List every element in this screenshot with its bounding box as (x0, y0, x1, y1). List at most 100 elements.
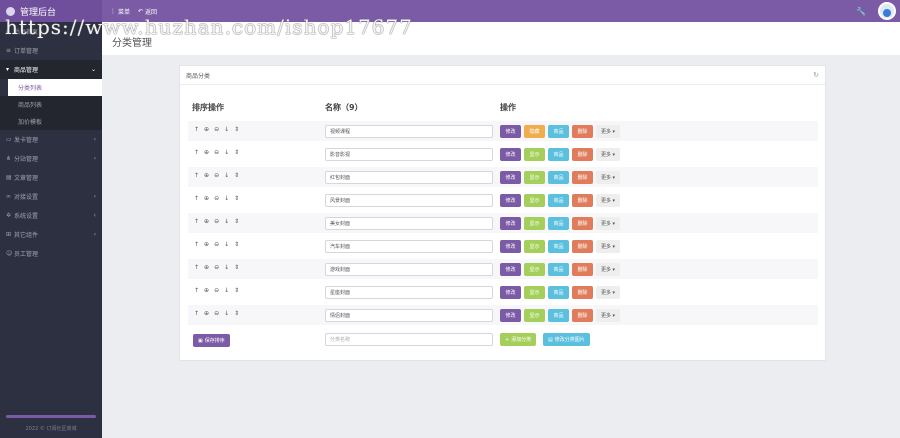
edit-button[interactable]: 修改 (500, 309, 521, 322)
visibility-button[interactable]: 显示 (524, 194, 545, 207)
drag-icon[interactable]: ⇕ (234, 241, 239, 248)
sidebar-subitem-0[interactable]: 分类列表 (8, 79, 102, 96)
new-category-input[interactable] (325, 333, 493, 346)
move-up-icon[interactable]: ⊕ (204, 126, 209, 133)
category-name-input[interactable] (325, 194, 493, 207)
move-bottom-icon[interactable]: ↓ (224, 287, 229, 294)
avatar[interactable] (878, 2, 896, 20)
category-name-input[interactable] (325, 240, 493, 253)
more-dropdown[interactable]: 更多 ▾ (596, 125, 620, 138)
visibility-button[interactable]: 显示 (524, 171, 545, 184)
sidebar-subitem-2[interactable]: 加价模板 (0, 113, 102, 130)
move-top-icon[interactable]: ↑ (194, 287, 199, 294)
edit-button[interactable]: 修改 (500, 148, 521, 161)
delete-button[interactable]: 删除 (572, 309, 593, 322)
delete-button[interactable]: 删除 (572, 240, 593, 253)
brand[interactable]: 管理后台 (0, 0, 102, 22)
sidebar-item-5[interactable]: ▤ 文章管理 (0, 168, 102, 187)
edit-category-images-button[interactable]: ▤ 修改分类图片 (543, 333, 590, 346)
edit-button[interactable]: 修改 (500, 263, 521, 276)
move-top-icon[interactable]: ↑ (194, 126, 199, 133)
drag-icon[interactable]: ⇕ (234, 287, 239, 294)
add-category-button[interactable]: + 添加分类 (500, 333, 537, 346)
sidebar-item-9[interactable]: ☺ 员工管理 (0, 244, 102, 263)
edit-button[interactable]: 修改 (500, 286, 521, 299)
move-up-icon[interactable]: ⊕ (204, 172, 209, 179)
drag-icon[interactable]: ⇕ (234, 126, 239, 133)
sidebar-item-3[interactable]: ▭ 发卡管理 ‹ (0, 130, 102, 149)
more-dropdown[interactable]: 更多 ▾ (596, 263, 620, 276)
move-up-icon[interactable]: ⊕ (204, 149, 209, 156)
more-dropdown[interactable]: 更多 ▾ (596, 309, 620, 322)
products-button[interactable]: 商品 (548, 286, 569, 299)
sidebar-item-0[interactable]: ⌂ 后台首页 (0, 22, 102, 41)
sidebar-subitem-1[interactable]: 商品列表 (0, 96, 102, 113)
products-button[interactable]: 商品 (548, 240, 569, 253)
delete-button[interactable]: 删除 (572, 194, 593, 207)
move-bottom-icon[interactable]: ↓ (224, 264, 229, 271)
move-up-icon[interactable]: ⊕ (204, 287, 209, 294)
products-button[interactable]: 商品 (548, 194, 569, 207)
move-down-icon[interactable]: ⊖ (214, 126, 219, 133)
drag-icon[interactable]: ⇕ (234, 264, 239, 271)
products-button[interactable]: 商品 (548, 217, 569, 230)
sidebar-item-7[interactable]: ✲ 系统设置 ‹ (0, 206, 102, 225)
products-button[interactable]: 商品 (548, 309, 569, 322)
back-link[interactable]: ↶ 返回 (138, 7, 157, 16)
move-up-icon[interactable]: ⊕ (204, 195, 209, 202)
move-top-icon[interactable]: ↑ (194, 310, 199, 317)
drag-icon[interactable]: ⇕ (234, 195, 239, 202)
sidebar-item-8[interactable]: ⊞ 其它组件 ‹ (0, 225, 102, 244)
move-top-icon[interactable]: ↑ (194, 149, 199, 156)
category-name-input[interactable] (325, 217, 493, 230)
move-up-icon[interactable]: ⊕ (204, 264, 209, 271)
more-dropdown[interactable]: 更多 ▾ (596, 171, 620, 184)
delete-button[interactable]: 删除 (572, 263, 593, 276)
delete-button[interactable]: 删除 (572, 217, 593, 230)
move-top-icon[interactable]: ↑ (194, 264, 199, 271)
move-bottom-icon[interactable]: ↓ (224, 195, 229, 202)
move-top-icon[interactable]: ↑ (194, 195, 199, 202)
products-button[interactable]: 商品 (548, 171, 569, 184)
drag-icon[interactable]: ⇕ (234, 218, 239, 225)
visibility-button[interactable]: 显示 (524, 240, 545, 253)
move-down-icon[interactable]: ⊖ (214, 172, 219, 179)
visibility-button[interactable]: 显示 (524, 309, 545, 322)
drag-icon[interactable]: ⇕ (234, 149, 239, 156)
move-bottom-icon[interactable]: ↓ (224, 218, 229, 225)
move-down-icon[interactable]: ⊖ (214, 241, 219, 248)
move-bottom-icon[interactable]: ↓ (224, 126, 229, 133)
visibility-button[interactable]: 显示 (524, 263, 545, 276)
move-up-icon[interactable]: ⊕ (204, 241, 209, 248)
edit-button[interactable]: 修改 (500, 240, 521, 253)
more-dropdown[interactable]: 更多 ▾ (596, 194, 620, 207)
products-button[interactable]: 商品 (548, 125, 569, 138)
category-name-input[interactable] (325, 286, 493, 299)
edit-button[interactable]: 修改 (500, 171, 521, 184)
category-name-input[interactable] (325, 263, 493, 276)
more-dropdown[interactable]: 更多 ▾ (596, 217, 620, 230)
delete-button[interactable]: 删除 (572, 148, 593, 161)
move-top-icon[interactable]: ↑ (194, 218, 199, 225)
move-up-icon[interactable]: ⊕ (204, 218, 209, 225)
category-name-input[interactable] (325, 309, 493, 322)
move-down-icon[interactable]: ⊖ (214, 287, 219, 294)
move-bottom-icon[interactable]: ↓ (224, 172, 229, 179)
move-down-icon[interactable]: ⊖ (214, 310, 219, 317)
products-button[interactable]: 商品 (548, 148, 569, 161)
delete-button[interactable]: 删除 (572, 125, 593, 138)
visibility-button[interactable]: 隐藏 (524, 125, 545, 138)
sidebar-item-2[interactable]: ▾ 商品管理 ⌄ (0, 60, 102, 79)
drag-icon[interactable]: ⇕ (234, 172, 239, 179)
sidebar-item-6[interactable]: ∞ 对接设置 ‹ (0, 187, 102, 206)
category-name-input[interactable] (325, 171, 493, 184)
save-order-button[interactable]: ▣ 保存排序 (193, 334, 230, 347)
category-name-input[interactable] (325, 125, 493, 138)
edit-button[interactable]: 修改 (500, 194, 521, 207)
menu-toggle[interactable]: ⋮ 菜单 (110, 7, 130, 16)
sidebar-item-4[interactable]: ⋔ 分站管理 ‹ (0, 149, 102, 168)
visibility-button[interactable]: 显示 (524, 217, 545, 230)
drag-icon[interactable]: ⇕ (234, 310, 239, 317)
move-bottom-icon[interactable]: ↓ (224, 149, 229, 156)
visibility-button[interactable]: 显示 (524, 286, 545, 299)
